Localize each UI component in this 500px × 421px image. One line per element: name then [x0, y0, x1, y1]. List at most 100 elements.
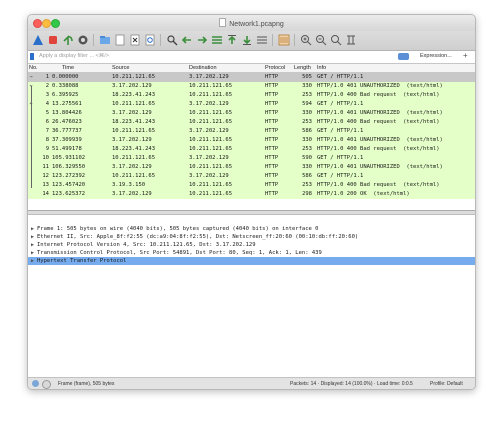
resize-columns-icon[interactable]	[344, 33, 358, 47]
cell-info: HTTP/1.0 401 UNAUTHORIZED (text/html)	[317, 164, 443, 170]
cell-info: HTTP/1.0 400 Bad request (text/html)	[317, 146, 440, 152]
detail-tree-item[interactable]: ▶ Ethernet II, Src: Apple_8f:f2:55 (dc:a9…	[28, 233, 475, 241]
expert-info-icon[interactable]	[32, 380, 39, 387]
go-last-icon[interactable]	[240, 33, 254, 47]
expand-triangle-icon[interactable]: ▶	[31, 225, 34, 233]
colorize-icon[interactable]	[277, 33, 291, 47]
cell-source: 10.211.121.65	[112, 155, 156, 161]
expression-button[interactable]: Expression...	[420, 53, 452, 59]
expand-triangle-icon[interactable]: ▶	[31, 249, 34, 257]
column-header-protocol[interactable]: Protocol	[265, 65, 285, 71]
stop-icon[interactable]	[46, 33, 60, 47]
detail-item-label: Transmission Control Protocol, Src Port:…	[37, 250, 322, 256]
cell-protocol: HTTP	[265, 74, 279, 80]
go-first-icon[interactable]	[225, 33, 239, 47]
cell-time: 123.457420	[52, 182, 86, 188]
column-header-no[interactable]: No.	[29, 65, 38, 71]
cell-source: 10.211.121.65	[112, 173, 156, 179]
detail-tree-item[interactable]: ▶ Frame 1: 505 bytes on wire (4040 bits),…	[28, 225, 475, 233]
detail-tree-item[interactable]: ▶ Hypertext Transfer Protocol	[28, 257, 475, 265]
cell-source: 10.211.121.65	[112, 128, 156, 134]
table-row[interactable]: 12 123.272392 10.211.121.65 3.17.202.129 HTT…	[28, 172, 475, 181]
cell-length: 330	[302, 83, 312, 89]
cell-no: 10	[42, 155, 49, 161]
table-row[interactable]: 7 36.777737 10.211.121.65 3.17.202.129 HTTP 5…	[28, 127, 475, 136]
cell-source: 18.223.41.243	[112, 119, 156, 125]
table-row[interactable]: 10 105.931102 10.211.121.65 3.17.202.129 HTT…	[28, 154, 475, 163]
go-forward-icon[interactable]	[195, 33, 209, 47]
toolbar-separator	[272, 34, 273, 46]
cell-no: 7	[45, 128, 49, 134]
cell-info: HTTP/1.0 401 UNAUTHORIZED (text/html)	[317, 137, 443, 143]
restart-icon[interactable]	[61, 33, 75, 47]
table-row[interactable]: 8 37.309939 3.17.202.129 10.211.121.65 HTTP 3…	[28, 136, 475, 145]
shark-fin-start-icon[interactable]	[31, 33, 45, 47]
display-filter-bar: Apply a display filter ... <⌘/> Expressi…	[28, 51, 475, 64]
detail-item-label: Hypertext Transfer Protocol	[37, 258, 127, 264]
capture-comment-icon[interactable]	[42, 380, 51, 389]
zoom-normal-icon[interactable]	[329, 33, 343, 47]
cell-no: 6	[45, 119, 49, 125]
column-header-destination[interactable]: Destination	[189, 65, 217, 71]
table-row[interactable]: 11 106.329550 3.17.202.129 10.211.121.65 HTT…	[28, 163, 475, 172]
zoom-out-icon[interactable]	[314, 33, 328, 47]
close-file-icon[interactable]	[128, 33, 142, 47]
detail-tree-item[interactable]: ▶ Internet Protocol Version 4, Src: 10.21…	[28, 241, 475, 249]
status-profile[interactable]: Profile: Default	[430, 381, 463, 387]
cell-length: 505	[302, 74, 312, 80]
cell-no: 1	[45, 74, 49, 80]
cell-protocol: HTTP	[265, 83, 279, 89]
table-row[interactable]: → 1 0.000000 10.211.121.65 3.17.202.129 HTTP 5…	[28, 73, 475, 82]
go-back-icon[interactable]	[180, 33, 194, 47]
cell-destination: 10.211.121.65	[189, 110, 233, 116]
column-header-source[interactable]: Source	[112, 65, 129, 71]
table-row[interactable]: 5 13.804426 3.17.202.129 10.211.121.65 HTTP 3…	[28, 109, 475, 118]
column-header-info[interactable]: Info	[317, 65, 326, 71]
cell-protocol: HTTP	[265, 155, 279, 161]
find-icon[interactable]	[165, 33, 179, 47]
add-filter-button[interactable]: +	[463, 51, 468, 60]
cell-length: 253	[302, 146, 312, 152]
cell-protocol: HTTP	[265, 191, 279, 197]
go-to-packet-icon[interactable]	[210, 33, 224, 47]
toolbar-separator	[294, 34, 295, 46]
table-row[interactable]: 3 6.395925 18.223.41.243 10.211.121.65 HTTP 2…	[28, 91, 475, 100]
table-row[interactable]: 6 26.476023 18.223.41.243 10.211.121.65 HTTP…	[28, 118, 475, 127]
cell-info: GET / HTTP/1.1	[317, 128, 364, 134]
column-header-length[interactable]: Length	[294, 65, 311, 71]
cell-info: GET / HTTP/1.1	[317, 155, 364, 161]
cell-protocol: HTTP	[265, 101, 279, 107]
row-marker-icon: →	[29, 74, 33, 80]
packet-list[interactable]: No. Time Source Destination Protocol Len…	[28, 64, 475, 211]
autoscroll-icon[interactable]	[255, 33, 269, 47]
expand-triangle-icon[interactable]: ▶	[31, 257, 34, 265]
cell-time: 36.777737	[52, 128, 82, 134]
table-row[interactable]: 9 51.499178 18.223.41.243 10.211.121.65 HTTP…	[28, 145, 475, 154]
table-row[interactable]: +413.27556110.211.121.653.17.202.129HTTP…	[28, 100, 475, 109]
column-header-time[interactable]: Time	[62, 65, 74, 71]
table-row[interactable]: ←20.3380883.17.202.12910.211.121.65HTTP3…	[28, 82, 475, 91]
cell-time: 0.338088	[52, 83, 79, 89]
cell-length: 253	[302, 182, 312, 188]
save-file-icon[interactable]	[113, 33, 127, 47]
cell-destination: 10.211.121.65	[189, 164, 233, 170]
cell-protocol: HTTP	[265, 164, 279, 170]
reload-icon[interactable]	[143, 33, 157, 47]
title-bar: Network1.pcapng	[28, 15, 475, 31]
table-row[interactable]: 13 123.457420 3.19.3.150 10.211.121.65 HTTP 2…	[28, 181, 475, 190]
cell-destination: 10.211.121.65	[189, 119, 233, 125]
expand-triangle-icon[interactable]: ▶	[31, 241, 34, 249]
table-row[interactable]: 14 123.625372 3.17.202.129 10.211.121.65 HTT…	[28, 190, 475, 199]
document-icon	[219, 18, 227, 27]
cell-time: 0.000000	[52, 74, 79, 80]
zoom-in-icon[interactable]	[299, 33, 313, 47]
cell-source: 18.223.41.243	[112, 92, 156, 98]
open-folder-icon[interactable]	[98, 33, 112, 47]
packet-details[interactable]: ▶ Frame 1: 505 bytes on wire (4040 bits),…	[28, 215, 475, 377]
apply-filter-button[interactable]	[398, 53, 409, 60]
display-filter-input[interactable]: Apply a display filter ... <⌘/>	[31, 52, 419, 61]
detail-tree-item[interactable]: ▶ Transmission Control Protocol, Src Port…	[28, 249, 475, 257]
expand-triangle-icon[interactable]: ▶	[31, 233, 34, 241]
cell-no: 12	[42, 173, 49, 179]
options-gear-icon[interactable]	[76, 33, 90, 47]
